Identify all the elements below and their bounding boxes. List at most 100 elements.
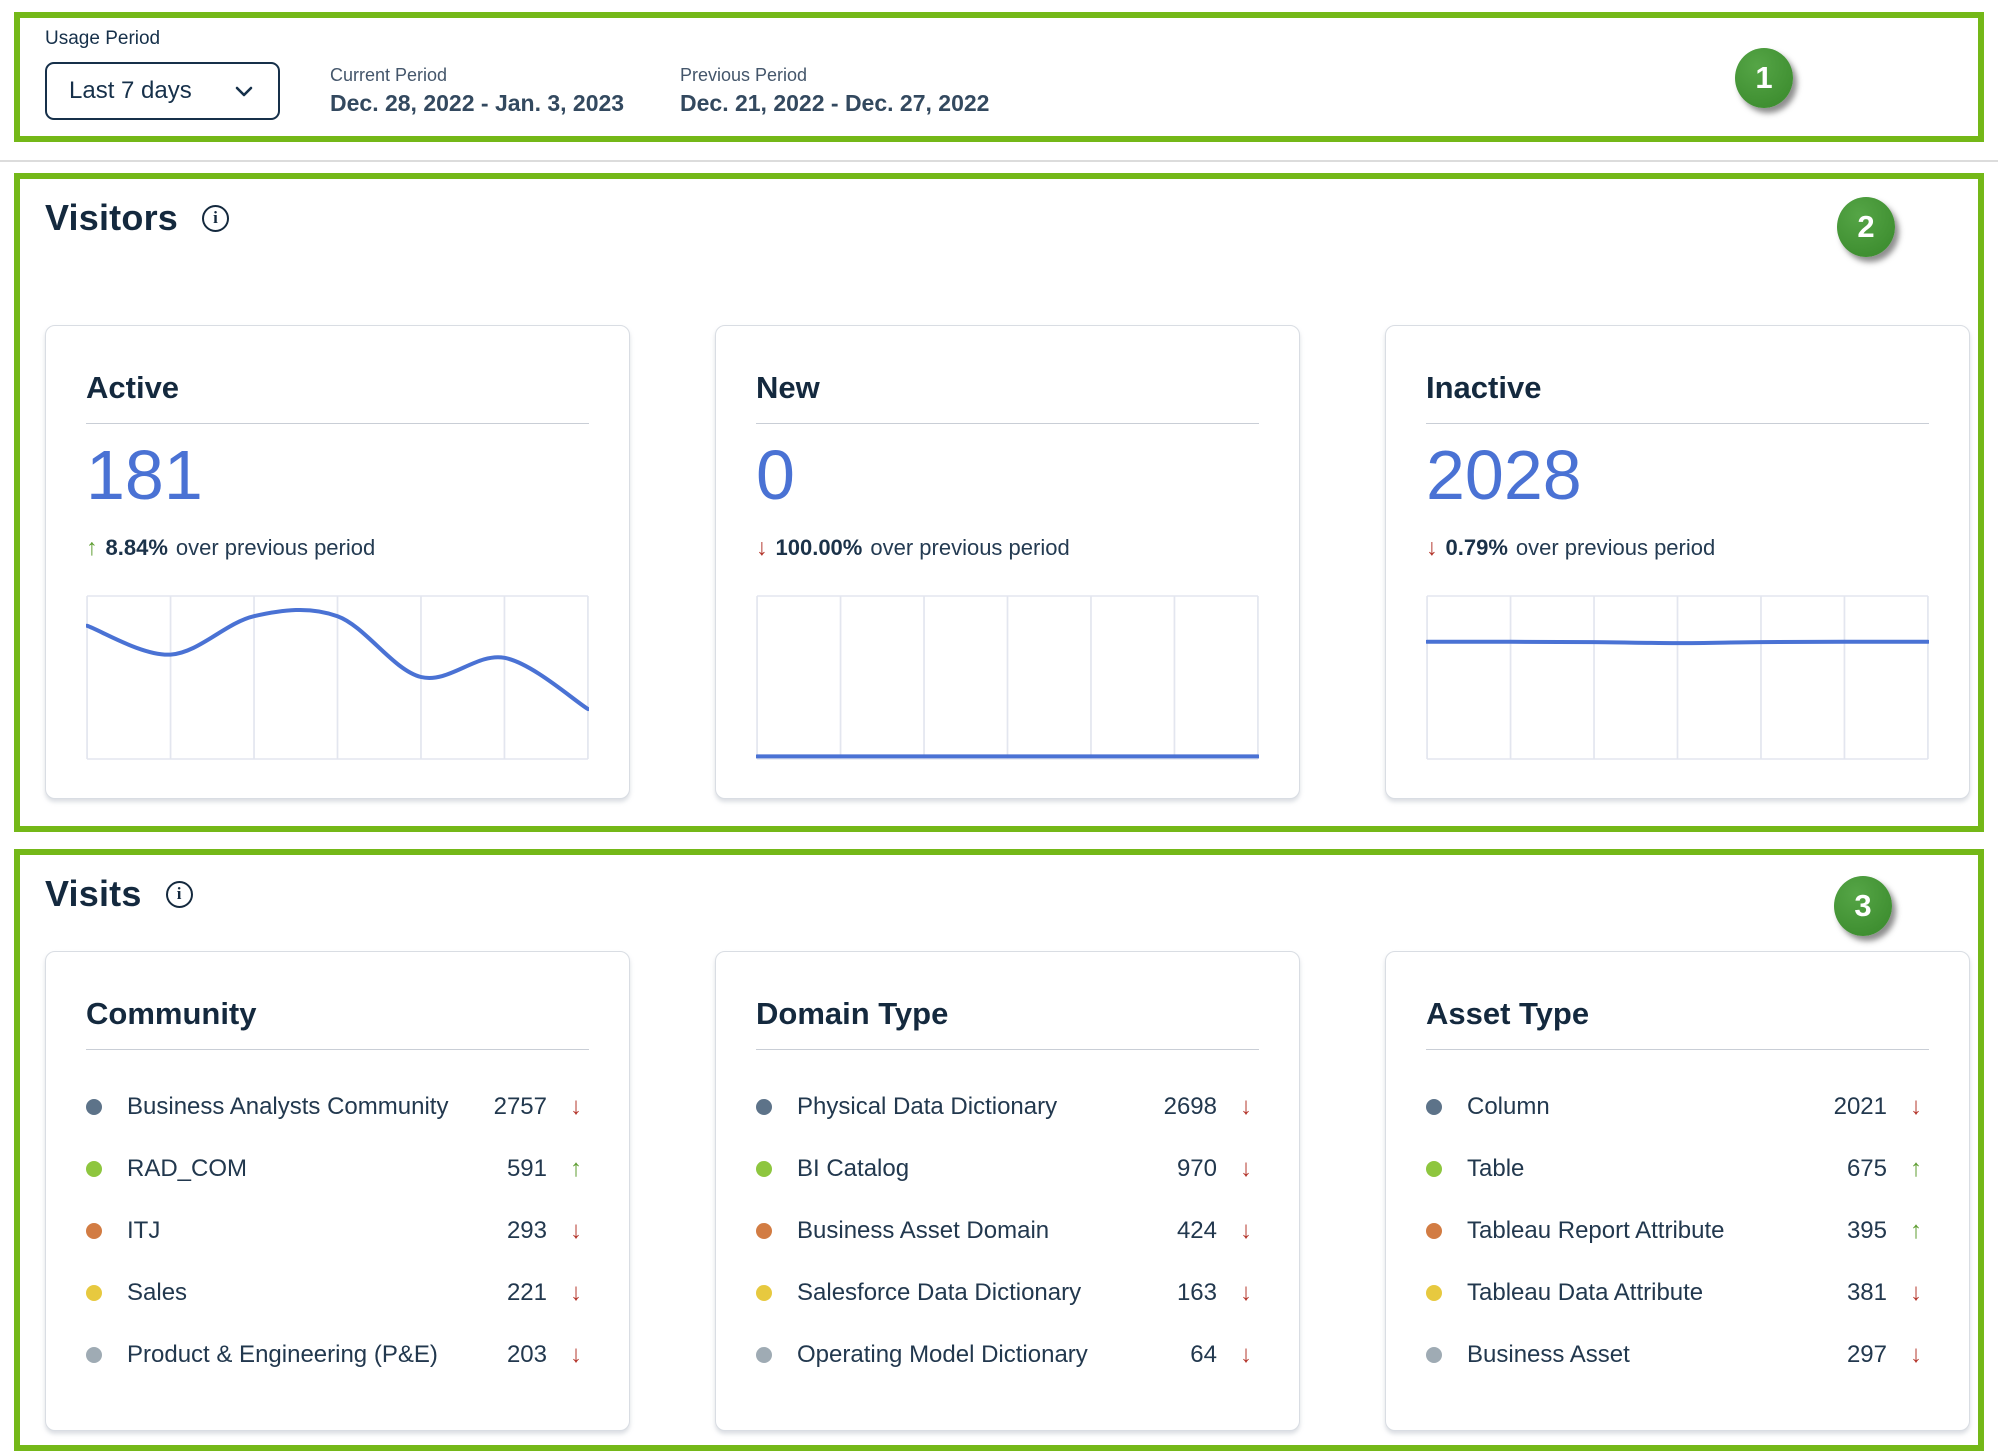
usage-period-dropdown[interactable]: Last 7 days (45, 62, 280, 120)
item-label: Tableau Data Attribute (1467, 1279, 1847, 1307)
item-value: 2021 (1834, 1093, 1887, 1121)
trend-arrow-icon: ↓ (1903, 1341, 1929, 1369)
item-value: 203 (507, 1341, 547, 1369)
item-label: Physical Data Dictionary (797, 1093, 1164, 1121)
current-period-label: Current Period (330, 65, 630, 86)
card-divider (86, 423, 589, 424)
item-value: 381 (1847, 1279, 1887, 1307)
change-suffix: over previous period (1516, 535, 1715, 561)
item-label: Column (1467, 1093, 1834, 1121)
info-icon[interactable]: i (166, 881, 193, 908)
category-dot (1426, 1223, 1442, 1239)
current-period-block: Current Period Dec. 28, 2022 - Jan. 3, 2… (330, 65, 630, 117)
item-value: 591 (507, 1155, 547, 1183)
current-period-value: Dec. 28, 2022 - Jan. 3, 2023 (330, 90, 630, 117)
list-item: RAD_COM 591 ↑ (86, 1138, 589, 1200)
item-label: Business Asset Domain (797, 1217, 1177, 1245)
change-indicator: ↓ 100.00% over previous period (756, 534, 1259, 561)
trend-arrow-icon: ↑ (1903, 1155, 1929, 1183)
trend-arrow-icon: ↓ (563, 1279, 589, 1307)
list-item: Physical Data Dictionary 2698 ↓ (756, 1076, 1259, 1138)
trend-arrow-icon: ↓ (1903, 1279, 1929, 1307)
category-dot (756, 1285, 772, 1301)
item-value: 2698 (1164, 1093, 1217, 1121)
card-title: Domain Type (756, 996, 1259, 1032)
item-value: 970 (1177, 1155, 1217, 1183)
list-item: Tableau Data Attribute 381 ↓ (1426, 1262, 1929, 1324)
inactive-visitors-value: 2028 (1426, 440, 1929, 510)
item-label: Operating Model Dictionary (797, 1341, 1190, 1369)
list-item: Sales 221 ↓ (86, 1262, 589, 1324)
list-item: Column 2021 ↓ (1426, 1076, 1929, 1138)
change-percent: 8.84% (106, 535, 168, 561)
change-suffix: over previous period (176, 535, 375, 561)
change-suffix: over previous period (870, 535, 1069, 561)
category-dot (756, 1161, 772, 1177)
item-label: Tableau Report Attribute (1467, 1217, 1847, 1245)
category-dot (86, 1223, 102, 1239)
trend-arrow-icon: ↓ (563, 1093, 589, 1121)
card-divider (1426, 423, 1929, 424)
change-indicator: ↓ 0.79% over previous period (1426, 534, 1929, 561)
card-divider (756, 1049, 1259, 1050)
category-dot (756, 1099, 772, 1115)
item-label: Business Analysts Community (127, 1093, 494, 1121)
item-label: Salesforce Data Dictionary (797, 1279, 1177, 1307)
inactive-visitors-card: Inactive 2028 ↓ 0.79% over previous peri… (1385, 325, 1970, 799)
list-item: Salesforce Data Dictionary 163 ↓ (756, 1262, 1259, 1324)
annotation-badge-1: 1 (1735, 48, 1793, 108)
usage-period-section: Usage Period Last 7 days Current Period … (14, 12, 1984, 142)
new-visitors-card: New 0 ↓ 100.00% over previous period (715, 325, 1300, 799)
trend-arrow-icon: ↓ (1233, 1155, 1259, 1183)
list-item: Tableau Report Attribute 395 ↑ (1426, 1200, 1929, 1262)
trend-arrow-icon: ↓ (1233, 1279, 1259, 1307)
trend-arrow-icon: ↓ (1233, 1217, 1259, 1245)
category-dot (86, 1285, 102, 1301)
list-item: ITJ 293 ↓ (86, 1200, 589, 1262)
community-card: Community Business Analysts Community 27… (45, 951, 630, 1431)
list-item: Business Analysts Community 2757 ↓ (86, 1076, 589, 1138)
category-dot (86, 1347, 102, 1363)
previous-period-label: Previous Period (680, 65, 989, 86)
trend-arrow-icon: ↓ (1233, 1341, 1259, 1369)
annotation-badge-3: 3 (1834, 876, 1892, 936)
item-value: 163 (1177, 1279, 1217, 1307)
item-label: Sales (127, 1279, 507, 1307)
trend-arrow-icon: ↓ (1903, 1093, 1929, 1121)
category-dot (756, 1223, 772, 1239)
active-visitors-value: 181 (86, 440, 589, 510)
trend-arrow-icon: ↑ (86, 534, 98, 561)
trend-arrow-icon: ↑ (1903, 1217, 1929, 1245)
domain-type-card: Domain Type Physical Data Dictionary 269… (715, 951, 1300, 1431)
category-dot (1426, 1347, 1442, 1363)
category-dot (1426, 1161, 1442, 1177)
change-percent: 0.79% (1446, 535, 1508, 561)
category-dot (756, 1347, 772, 1363)
change-indicator: ↑ 8.84% over previous period (86, 534, 589, 561)
category-dot (86, 1161, 102, 1177)
change-percent: 100.00% (776, 535, 863, 561)
list-item: Business Asset 297 ↓ (1426, 1324, 1929, 1386)
previous-period-block: Previous Period Dec. 21, 2022 - Dec. 27,… (680, 65, 989, 117)
usage-period-selected-value: Last 7 days (69, 77, 192, 105)
item-label: Product & Engineering (P&E) (127, 1341, 507, 1369)
trend-arrow-icon: ↓ (756, 534, 768, 561)
trend-arrow-icon: ↓ (563, 1217, 589, 1245)
card-title: Community (86, 996, 589, 1032)
info-icon[interactable]: i (202, 205, 229, 232)
active-sparkline-chart (86, 595, 589, 760)
chevron-down-icon (232, 79, 256, 103)
list-item: Product & Engineering (P&E) 203 ↓ (86, 1324, 589, 1386)
trend-arrow-icon: ↓ (1426, 534, 1438, 561)
list-item: BI Catalog 970 ↓ (756, 1138, 1259, 1200)
usage-period-label: Usage Period (45, 28, 1970, 50)
item-value: 675 (1847, 1155, 1887, 1183)
new-sparkline-chart (756, 595, 1259, 760)
visits-title: Visits (45, 873, 142, 915)
visitors-title: Visitors (45, 197, 178, 239)
card-title: New (756, 370, 1259, 406)
item-value: 221 (507, 1279, 547, 1307)
inactive-sparkline-chart (1426, 595, 1929, 760)
previous-period-value: Dec. 21, 2022 - Dec. 27, 2022 (680, 90, 989, 117)
card-divider (756, 423, 1259, 424)
